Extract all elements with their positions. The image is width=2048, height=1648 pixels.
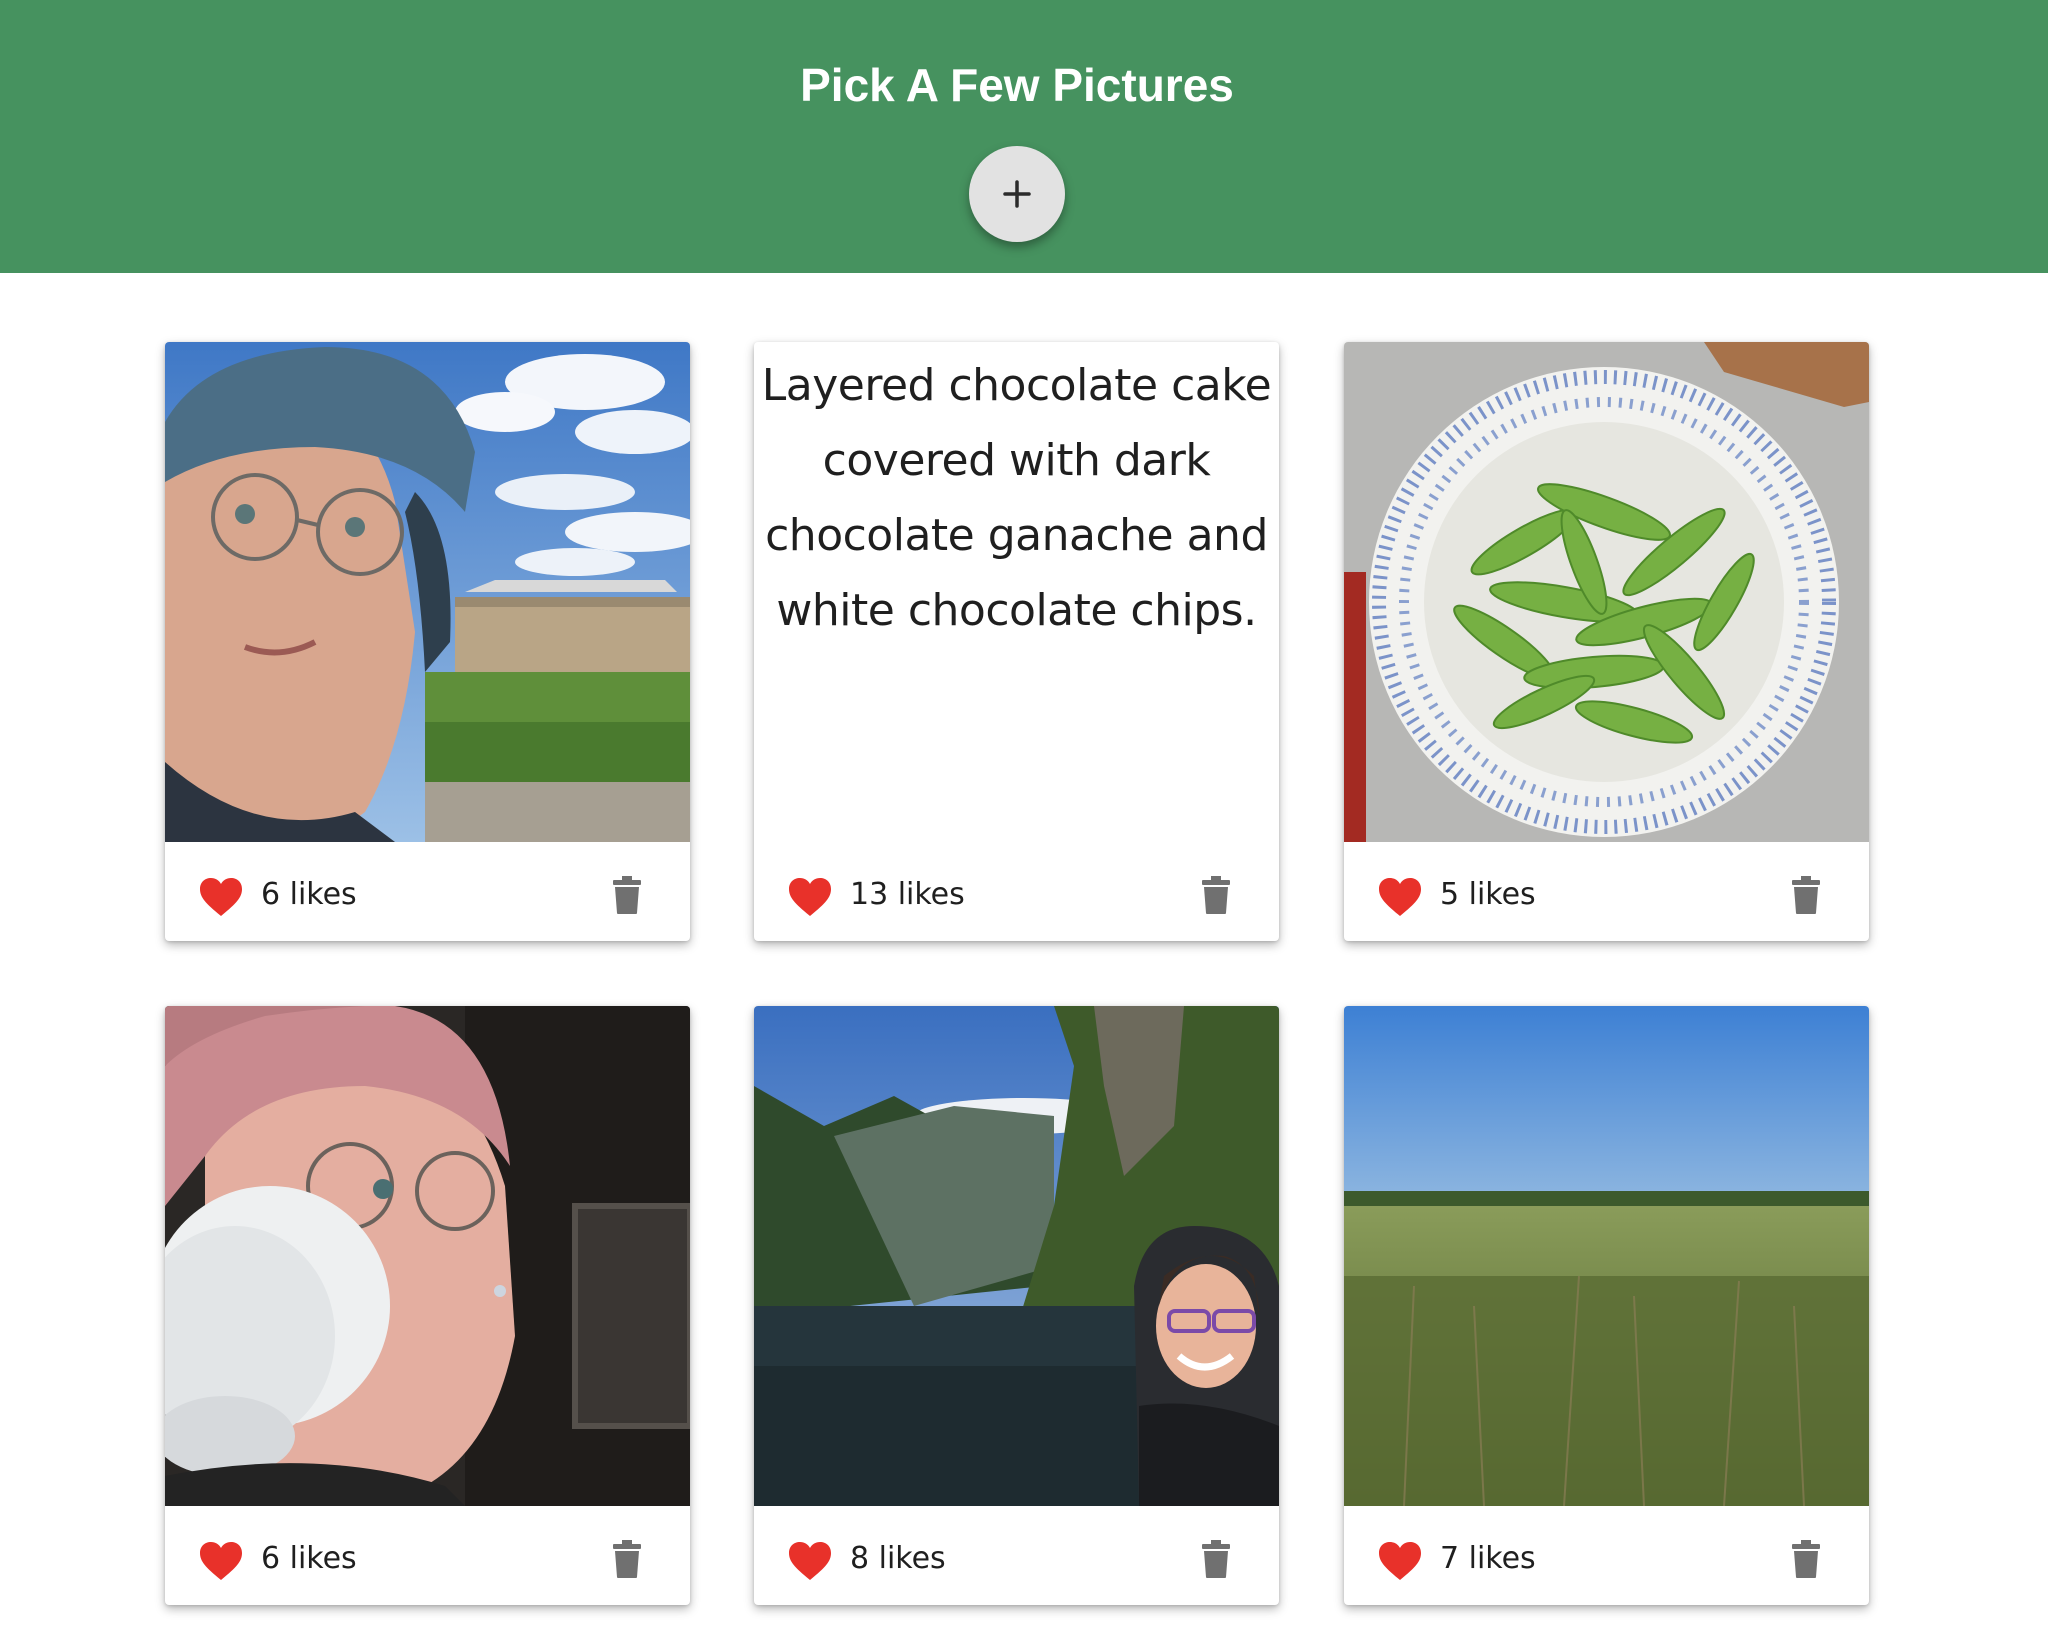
card-footer: 13 likes (754, 842, 1279, 941)
page-title: Pick A Few Pictures (800, 59, 1234, 111)
app-header: Pick A Few Pictures (0, 0, 2048, 273)
card-photo (165, 342, 690, 842)
trash-icon[interactable] (1792, 876, 1820, 914)
trash-icon[interactable] (613, 1540, 641, 1578)
trash-icon[interactable] (613, 876, 641, 914)
card-footer: 8 likes (754, 1506, 1279, 1605)
heart-icon[interactable] (788, 877, 832, 917)
photo-helmet-selfie (165, 342, 690, 842)
picture-card: Layered chocolate cake covered with dark… (754, 342, 1279, 941)
card-photo (754, 1006, 1279, 1506)
likes-count: 5 likes (1440, 877, 1536, 912)
heart-icon[interactable] (199, 1541, 243, 1581)
card-photo (1344, 1006, 1869, 1506)
card-caption: Layered chocolate cake covered with dark… (761, 360, 1272, 636)
photo-edamame (1344, 342, 1869, 842)
picture-card: 7 likes (1344, 1006, 1869, 1605)
picture-card: 6 likes (165, 342, 690, 941)
heart-icon[interactable] (788, 1541, 832, 1581)
trash-icon[interactable] (1202, 876, 1230, 914)
card-footer: 5 likes (1344, 842, 1869, 941)
plus-icon (1003, 180, 1031, 208)
photo-fjord-selfie (754, 1006, 1279, 1506)
card-footer: 6 likes (165, 842, 690, 941)
photo-coffee-selfie (165, 1006, 690, 1506)
likes-count: 7 likes (1440, 1541, 1536, 1576)
card-photo (1344, 342, 1869, 842)
heart-icon[interactable] (1378, 1541, 1422, 1581)
add-picture-button[interactable] (969, 146, 1065, 242)
likes-count: 6 likes (261, 877, 357, 912)
card-footer: 7 likes (1344, 1506, 1869, 1605)
picture-card: 6 likes (165, 1006, 690, 1605)
picture-card: 8 likes (754, 1006, 1279, 1605)
heart-icon[interactable] (1378, 877, 1422, 917)
trash-icon[interactable] (1202, 1540, 1230, 1578)
likes-count: 13 likes (850, 877, 965, 912)
heart-icon[interactable] (199, 877, 243, 917)
trash-icon[interactable] (1792, 1540, 1820, 1578)
likes-count: 6 likes (261, 1541, 357, 1576)
card-photo (165, 1006, 690, 1506)
picture-card: 5 likes (1344, 342, 1869, 941)
card-footer: 6 likes (165, 1506, 690, 1605)
photo-grassy-field (1344, 1006, 1869, 1506)
likes-count: 8 likes (850, 1541, 946, 1576)
